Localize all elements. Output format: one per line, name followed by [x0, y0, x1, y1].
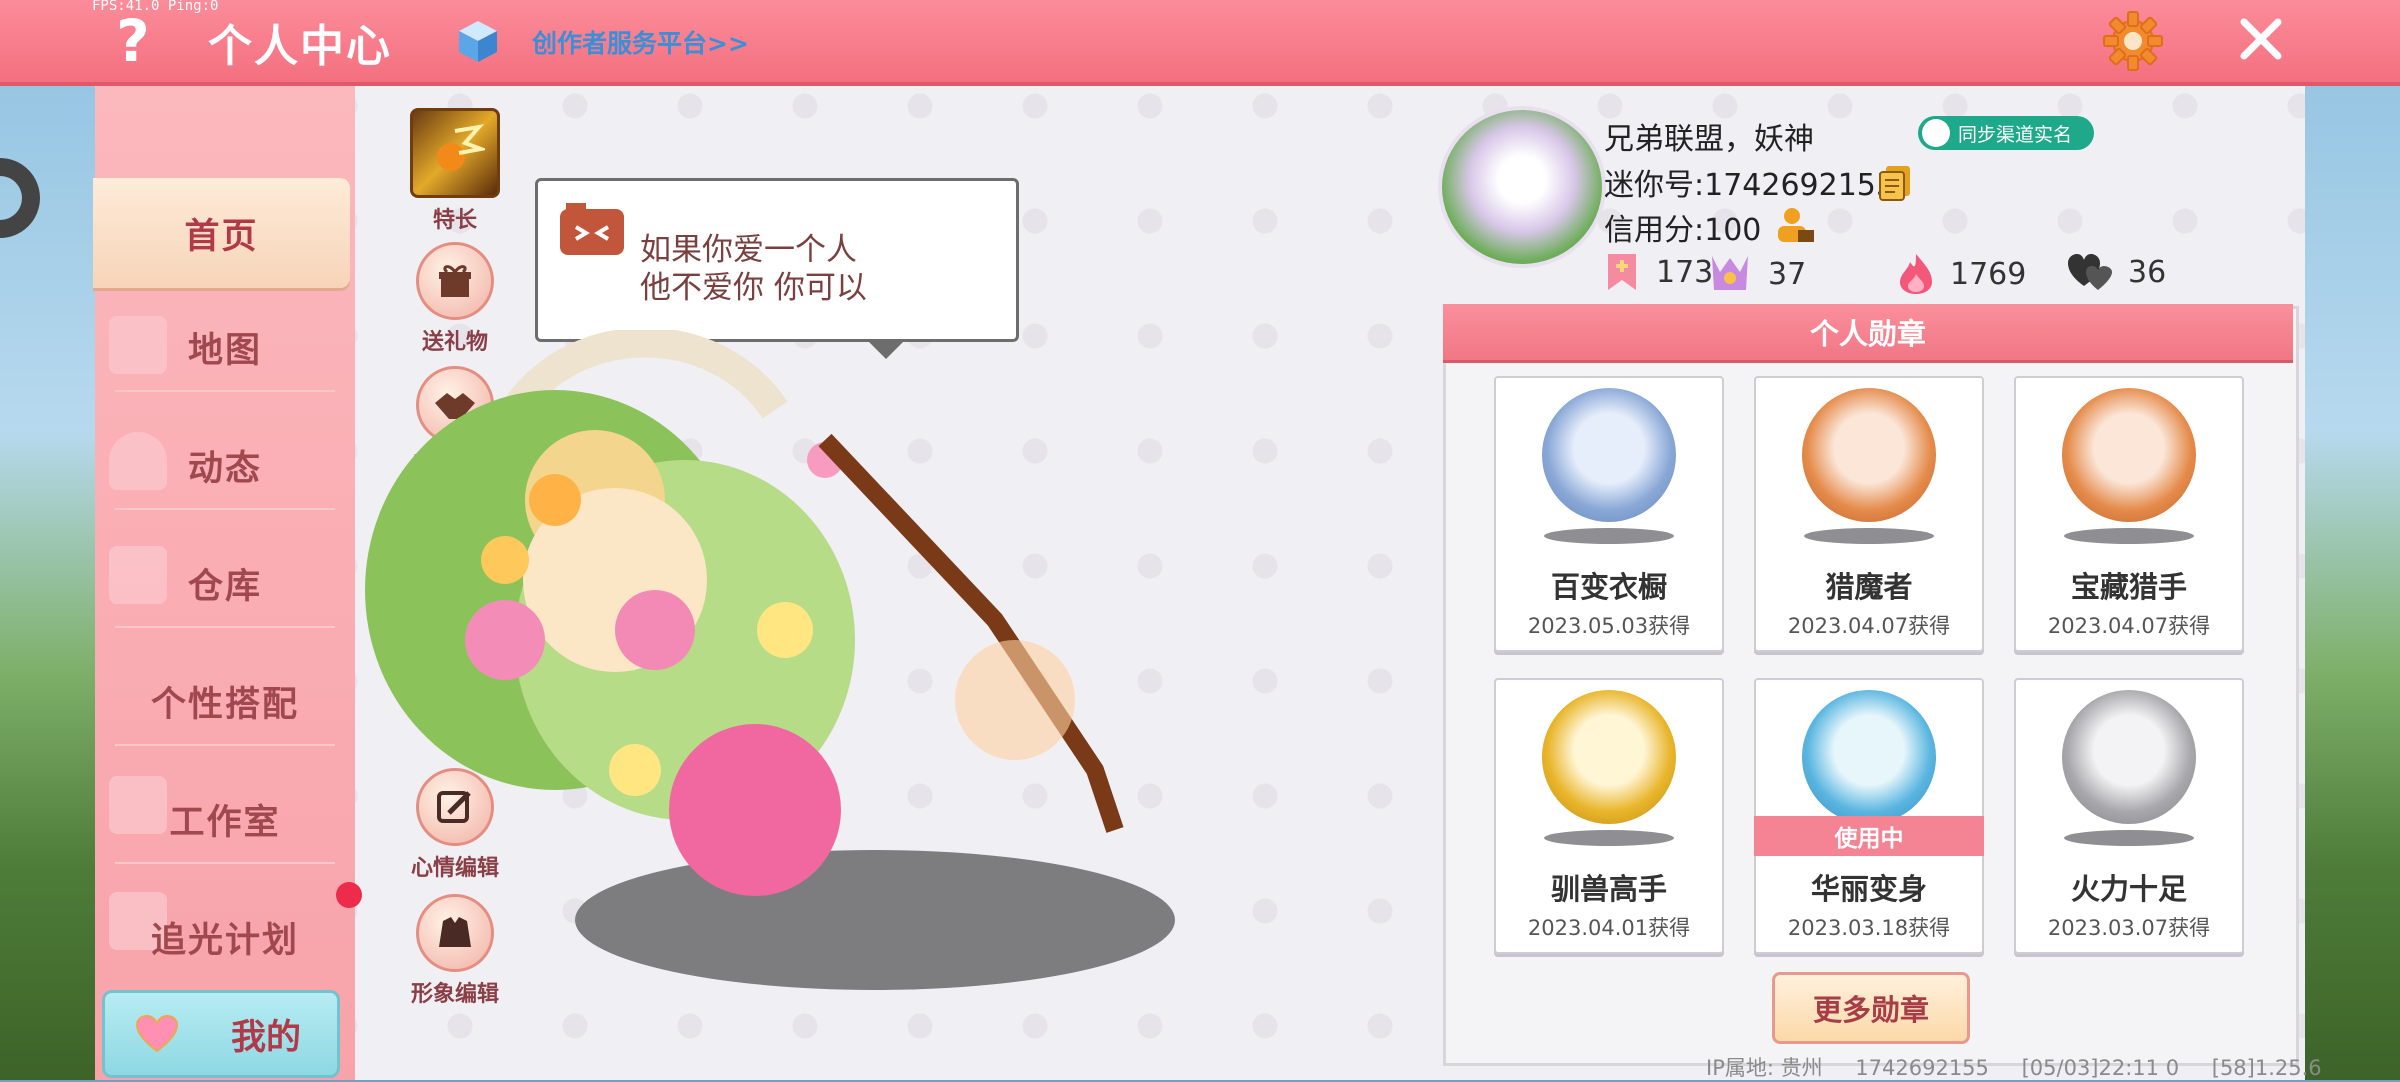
- trophy-icon: [1712, 256, 1748, 290]
- sidebar-item-label: 动态: [187, 448, 262, 489]
- medal-date: 2023.04.07获得: [1787, 614, 1951, 638]
- medal-shadow: [1544, 528, 1674, 544]
- medal-name: 驯兽高手: [1550, 872, 1667, 906]
- medal-name: 火力十足: [2070, 872, 2187, 906]
- medal-demon-hunter-icon: [1802, 388, 1936, 522]
- gift-icon: [416, 242, 494, 320]
- stat-value: 173: [1656, 254, 1714, 290]
- sidebar-item-activity[interactable]: 动态: [95, 410, 355, 520]
- medal-date: 2023.05.03获得: [1527, 614, 1691, 638]
- mood-bubble: 如果你爱一个人 他不爱你 你可以: [535, 178, 1019, 359]
- medal-card[interactable]: 猎魔者 2023.04.07获得: [1754, 376, 1984, 652]
- sidebar-item-label: 个性搭配: [150, 684, 299, 725]
- player-name: 兄弟联盟，妖神: [1604, 122, 1814, 157]
- medal-wardrobe-icon: [1542, 388, 1676, 522]
- sync-realname-button[interactable]: 同步渠道实名: [1918, 116, 2094, 150]
- help-icon[interactable]: ?: [108, 10, 158, 72]
- medal-card[interactable]: 驯兽高手 2023.04.01获得: [1494, 678, 1724, 954]
- medal-name: 猎魔者: [1825, 570, 1913, 604]
- sidebar-item-warehouse[interactable]: 仓库: [95, 528, 355, 638]
- sidebar-item-label: 追光计划: [150, 920, 299, 961]
- mood-text-line2: 他不爱你 你可以: [640, 270, 867, 306]
- medal-shadow: [1544, 830, 1674, 846]
- copy-icon[interactable]: [1878, 164, 1912, 202]
- close-icon[interactable]: [2236, 14, 2286, 64]
- medal-date: 2023.03.07获得: [2047, 916, 2211, 940]
- medal-date: 2023.04.01获得: [1527, 916, 1691, 940]
- stat-hearts: 36: [2066, 252, 2166, 292]
- background-scenery-right: [2305, 0, 2400, 1080]
- medal-firepower-icon: [2062, 690, 2196, 824]
- more-medals-button[interactable]: 更多勋章: [1772, 972, 1970, 1044]
- medal-name: 宝藏猎手: [2070, 570, 2187, 604]
- sidebar-item-home[interactable]: 首页: [93, 178, 350, 288]
- sync-realname-label: 同步渠道实名: [1958, 123, 2073, 146]
- mine-label: 我的: [231, 1017, 302, 1058]
- mine-button[interactable]: 我的: [102, 990, 340, 1078]
- medal-treasure-hunter-icon: [2062, 388, 2196, 522]
- emoji-face-icon: [560, 203, 624, 255]
- page-title: 个人中心: [208, 21, 392, 72]
- heart-icon: [135, 1015, 179, 1053]
- bookmark-icon: [1608, 254, 1636, 290]
- medal-shadow: [2064, 830, 2194, 846]
- sidebar-item-chase-light[interactable]: 追光计划: [95, 882, 355, 992]
- medal-card[interactable]: 使用中 华丽变身 2023.03.18获得: [1754, 678, 1984, 954]
- medal-date: 2023.03.18获得: [1787, 916, 1951, 940]
- medal-shadow: [1804, 528, 1934, 544]
- divider: [115, 508, 335, 510]
- in-use-badge: 使用中: [1754, 816, 1984, 856]
- person-icon: [1922, 119, 1950, 147]
- sidebar: 首页 地图 动态 仓库 个性搭配 工作室 追光计划: [93, 86, 355, 1080]
- back-arc-icon[interactable]: [0, 150, 52, 246]
- medal-card[interactable]: 宝藏猎手 2023.04.07获得: [2014, 376, 2244, 652]
- sidebar-item-outfit[interactable]: 个性搭配: [95, 646, 355, 756]
- credit-score: 信用分:100: [1604, 213, 1762, 248]
- footer-version: [58]1.25.6: [2211, 1056, 2322, 1080]
- medal-card[interactable]: 百变衣橱 2023.05.03获得: [1494, 376, 1724, 652]
- divider: [115, 862, 335, 864]
- footer-uid: 1742692155: [1855, 1056, 1989, 1080]
- cube-icon: [459, 21, 497, 62]
- stat-bookmark: 173: [1602, 252, 1713, 292]
- top-bar: FPS:41.0 Ping:0 ? 个人中心 创作者服务平台>>: [0, 0, 2400, 86]
- speciality-label: 特长: [432, 208, 477, 233]
- credit-person-icon[interactable]: [1772, 206, 1816, 246]
- divider: [115, 626, 335, 628]
- medal-date: 2023.04.07获得: [2047, 614, 2211, 638]
- speciality-button[interactable]: 特长: [400, 108, 510, 234]
- medal-name: 华丽变身: [1810, 872, 1927, 906]
- medal-panel-title: 个人勋章: [1443, 304, 2293, 363]
- medal-shadow: [2064, 528, 2194, 544]
- stat-flame: 1769: [1896, 252, 2026, 296]
- stat-trophy: 37: [1706, 252, 1806, 296]
- medal-transformation-icon: [1802, 690, 1936, 824]
- character-avatar-illustration[interactable]: [355, 330, 1255, 1030]
- medal-name: 百变衣橱: [1550, 570, 1667, 604]
- sidebar-item-label: 首页: [184, 216, 259, 257]
- hearts-icon: [2068, 254, 2112, 290]
- creator-platform-link[interactable]: 创作者服务平台>>: [532, 24, 749, 60]
- mood-text-line1: 如果你爱一个人: [640, 232, 857, 268]
- medal-beast-tamer-icon: [1542, 690, 1676, 824]
- sidebar-item-label: 工作室: [169, 802, 281, 843]
- sidebar-item-studio[interactable]: 工作室: [95, 764, 355, 874]
- stat-value: 36: [2128, 254, 2167, 290]
- sidebar-item-label: 仓库: [187, 566, 262, 607]
- divider: [115, 744, 335, 746]
- stat-value: 1769: [1950, 256, 2027, 292]
- medal-card[interactable]: 火力十足 2023.03.07获得: [2014, 678, 2244, 954]
- flame-icon: [1900, 254, 1932, 294]
- sidebar-item-map[interactable]: 地图: [95, 292, 355, 402]
- ip-location: IP属地: 贵州: [1706, 1056, 1823, 1080]
- footer-info: IP属地: 贵州 1742692155 [05/03]22:11 0 [58]1…: [1706, 1052, 2322, 1082]
- mini-id: 迷你号:1742692155: [1604, 168, 1895, 203]
- sidebar-item-label: 地图: [187, 330, 262, 371]
- footer-time: [05/03]22:11 0: [2021, 1056, 2180, 1080]
- gear-icon[interactable]: [2102, 10, 2164, 72]
- speciality-icon: [410, 108, 500, 198]
- divider: [115, 390, 335, 392]
- avatar[interactable]: [1438, 106, 1606, 268]
- stat-value: 37: [1768, 256, 1807, 292]
